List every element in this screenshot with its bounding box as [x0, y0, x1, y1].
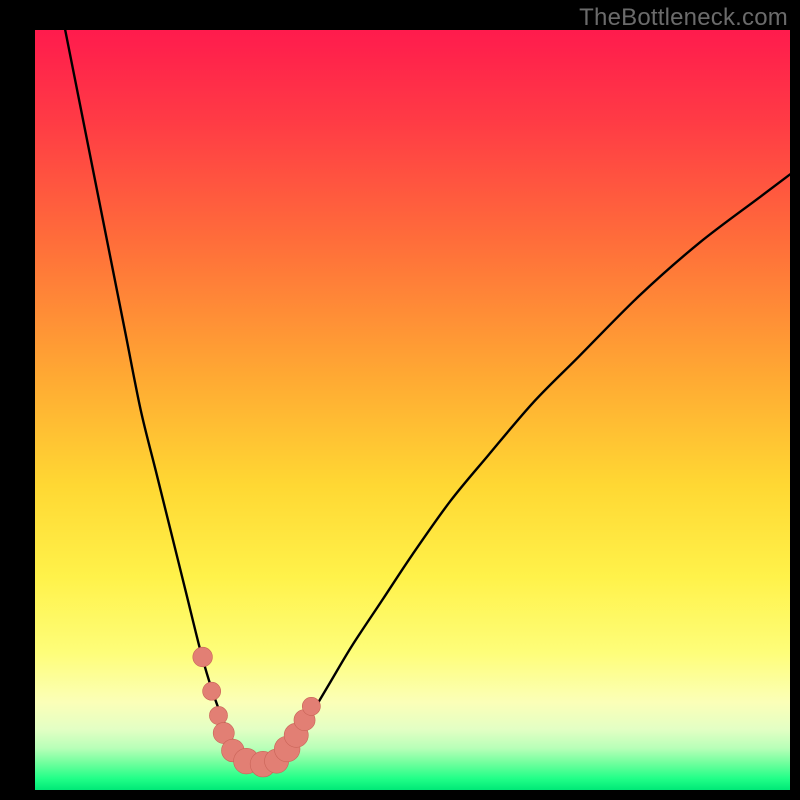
curve-marker	[203, 682, 221, 700]
curve-marker	[209, 706, 227, 724]
chart-frame: TheBottleneck.com	[0, 0, 800, 800]
bottleneck-curve	[65, 30, 790, 768]
curve-marker	[193, 647, 213, 667]
plot-area	[35, 30, 790, 790]
curve-markers	[193, 647, 321, 777]
watermark-text: TheBottleneck.com	[579, 4, 788, 32]
curve-marker	[302, 697, 320, 715]
curve-layer	[35, 30, 790, 790]
